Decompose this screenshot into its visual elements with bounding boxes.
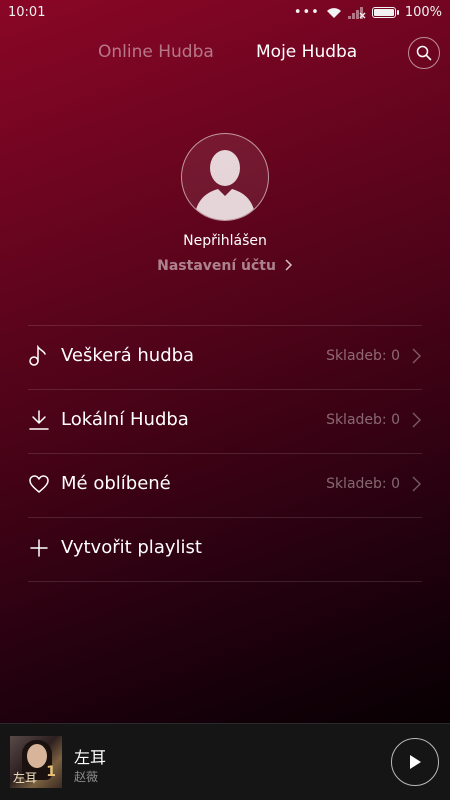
menu-item-label: Mé oblíbené xyxy=(61,473,171,494)
cover-face xyxy=(27,744,47,768)
plus-icon xyxy=(30,539,48,557)
wifi-icon xyxy=(326,7,341,18)
menu-item-favorites[interactable]: Mé oblíbené Skladeb: 0 xyxy=(28,454,422,517)
play-icon xyxy=(410,755,421,769)
status-icons: ••• 100% xyxy=(294,5,442,20)
menu-item-local-music[interactable]: Lokální Hudba Skladeb: 0 xyxy=(28,390,422,453)
notification-dots: ••• xyxy=(293,5,320,20)
menu-item-all-music[interactable]: Veškerá hudba Skladeb: 0 xyxy=(28,326,422,389)
music-note-icon xyxy=(29,345,46,366)
account-settings-link[interactable]: Nastavení účtu xyxy=(0,258,450,274)
status-bar: 10:01 ••• 100% xyxy=(0,0,450,26)
chevron-right-icon xyxy=(285,259,292,271)
cover-number: 1 xyxy=(46,764,56,780)
tab-moje-hudba[interactable]: Moje Hudba xyxy=(256,42,357,62)
song-title: 左耳 xyxy=(74,748,107,767)
heart-icon xyxy=(29,475,49,493)
account-settings-label: Nastavení účtu xyxy=(157,258,276,274)
profile-name: Nepřihlášen xyxy=(183,233,267,249)
chevron-right-icon xyxy=(412,348,421,364)
menu-item-create-playlist[interactable]: Vytvořit playlist xyxy=(28,518,422,581)
play-button[interactable] xyxy=(391,738,439,786)
my-music-screen: 10:01 ••• 100% Online Hudba Moje Hudba N… xyxy=(0,0,450,800)
avatar[interactable] xyxy=(181,133,269,221)
status-time: 10:01 xyxy=(8,5,46,20)
signal-icon xyxy=(347,6,366,19)
menu-item-label: Vytvořit playlist xyxy=(61,537,202,558)
default-avatar-icon xyxy=(194,150,256,220)
chevron-right-icon xyxy=(412,412,421,428)
tab-online-hudba[interactable]: Online Hudba xyxy=(98,42,214,62)
search-button[interactable] xyxy=(408,37,440,69)
divider xyxy=(28,581,422,582)
menu-item-count: Skladeb: 0 xyxy=(326,476,400,492)
mini-player[interactable]: 左耳 1 左耳 赵薇 xyxy=(0,723,450,800)
song-artist: 赵薇 xyxy=(74,770,99,784)
tab-bar: Online Hudba Moje Hudba xyxy=(0,42,450,66)
cover-text: 左耳 xyxy=(13,771,38,785)
search-icon xyxy=(416,45,432,61)
battery-percent: 100% xyxy=(404,5,442,20)
battery-icon xyxy=(371,7,399,18)
download-icon xyxy=(29,410,49,430)
menu-item-label: Lokální Hudba xyxy=(61,409,189,430)
menu-item-count: Skladeb: 0 xyxy=(326,412,400,428)
menu-item-count: Skladeb: 0 xyxy=(326,348,400,364)
album-cover[interactable]: 左耳 1 xyxy=(10,736,62,788)
menu-item-label: Veškerá hudba xyxy=(61,345,195,366)
chevron-right-icon xyxy=(412,476,421,492)
